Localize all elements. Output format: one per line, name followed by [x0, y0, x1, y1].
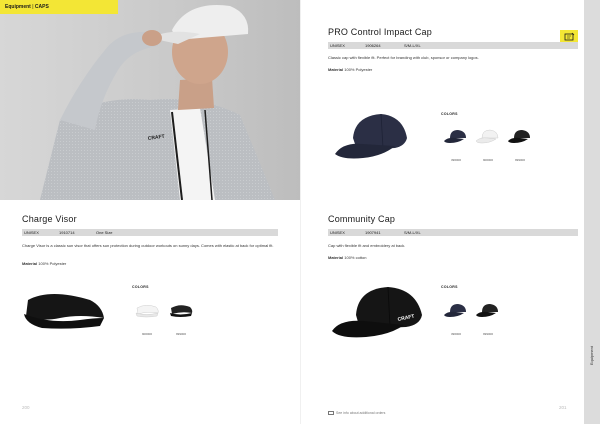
visor-description: Charge Visor is a classic sun visor that… [22, 243, 274, 248]
community-cap-material: Material 100% cotton [328, 255, 367, 260]
community-cap-description: Cap with flexible fit and embroidery at … [328, 243, 406, 248]
community-cap-spec-code: 1907941 [365, 230, 381, 235]
visor-title: Charge Visor [22, 214, 77, 224]
tab-section: CAPS [34, 4, 49, 10]
order-note-icon[interactable] [560, 30, 578, 42]
pro-cap-swatch-black[interactable] [508, 128, 532, 144]
page-number-left: 200 [22, 405, 30, 410]
side-section-tab: Equipment [584, 0, 600, 424]
pro-cap-swatch-code-2: 900000 [482, 158, 493, 162]
pro-cap-product-image [335, 113, 407, 159]
pro-cap-title: PRO Control Impact Cap [328, 27, 432, 37]
community-cap-colors-label: COLORS [441, 285, 458, 289]
catalog-spread: CRAFT Equipment | CAPS Charge Visor UNIS… [0, 0, 600, 424]
visor-swatch-white[interactable] [134, 302, 160, 318]
community-cap-swatch-navy[interactable] [444, 302, 468, 318]
visor-material: Material 100% Polyester [22, 261, 67, 266]
community-cap-title: Community Cap [328, 214, 396, 224]
community-cap-spec-bar: UNISEX 1907941 S/M-L/XL [328, 229, 578, 236]
visor-spec-label: UNISEX [24, 230, 39, 235]
pro-cap-spec-code: 1906264 [365, 43, 381, 48]
pro-cap-spec-label: UNISEX [330, 43, 345, 48]
pro-cap-spec-size: S/M-L/XL [404, 43, 421, 48]
pro-cap-swatch-code-1: 396000 [450, 158, 461, 162]
community-cap-swatch-black[interactable] [476, 302, 500, 318]
model-illustration: CRAFT [40, 5, 275, 200]
pro-cap-spec-bar: UNISEX 1906264 S/M-L/XL [328, 42, 578, 49]
left-page: CRAFT Equipment | CAPS Charge Visor UNIS… [0, 0, 300, 424]
pro-cap-swatch-navy[interactable] [444, 128, 468, 144]
side-tab-label: Equipment [589, 346, 594, 366]
pro-cap-swatch-code-3: 999000 [514, 158, 525, 162]
visor-spec-size: One Size [96, 230, 113, 235]
pro-cap-material: Material 100% Polyester [328, 67, 373, 72]
community-cap-spec-size: S/M-L/XL [404, 230, 421, 235]
visor-spec-code: 1910714 [59, 230, 75, 235]
visor-swatch-code-2: 999000 [175, 332, 186, 336]
visor-product-image [24, 294, 104, 329]
visor-swatch-code-1: 900000 [141, 332, 152, 336]
community-cap-product-image: CRAFT [332, 286, 422, 338]
tab-brand: Equipment [5, 4, 31, 10]
right-page [300, 0, 600, 424]
pro-cap-swatch-white[interactable] [476, 128, 500, 144]
footer-note[interactable]: See info about additional orders [328, 411, 385, 416]
pro-cap-colors-label: COLORS [441, 112, 458, 116]
hero-photo: CRAFT Equipment | CAPS [0, 0, 300, 200]
pro-cap-description: Classic cap with flexible fit. Perfect f… [328, 55, 479, 60]
visor-colors-label: COLORS [132, 285, 149, 289]
page-number-right: 201 [559, 405, 567, 410]
note-icon [328, 411, 334, 416]
visor-swatch-black[interactable] [168, 302, 194, 318]
community-cap-swatch-code-1: 396000 [450, 332, 461, 336]
community-cap-swatch-code-2: 999000 [482, 332, 493, 336]
visor-spec-bar: UNISEX 1910714 One Size [22, 229, 278, 236]
section-tab: Equipment | CAPS [0, 0, 118, 14]
community-cap-spec-label: UNISEX [330, 230, 345, 235]
